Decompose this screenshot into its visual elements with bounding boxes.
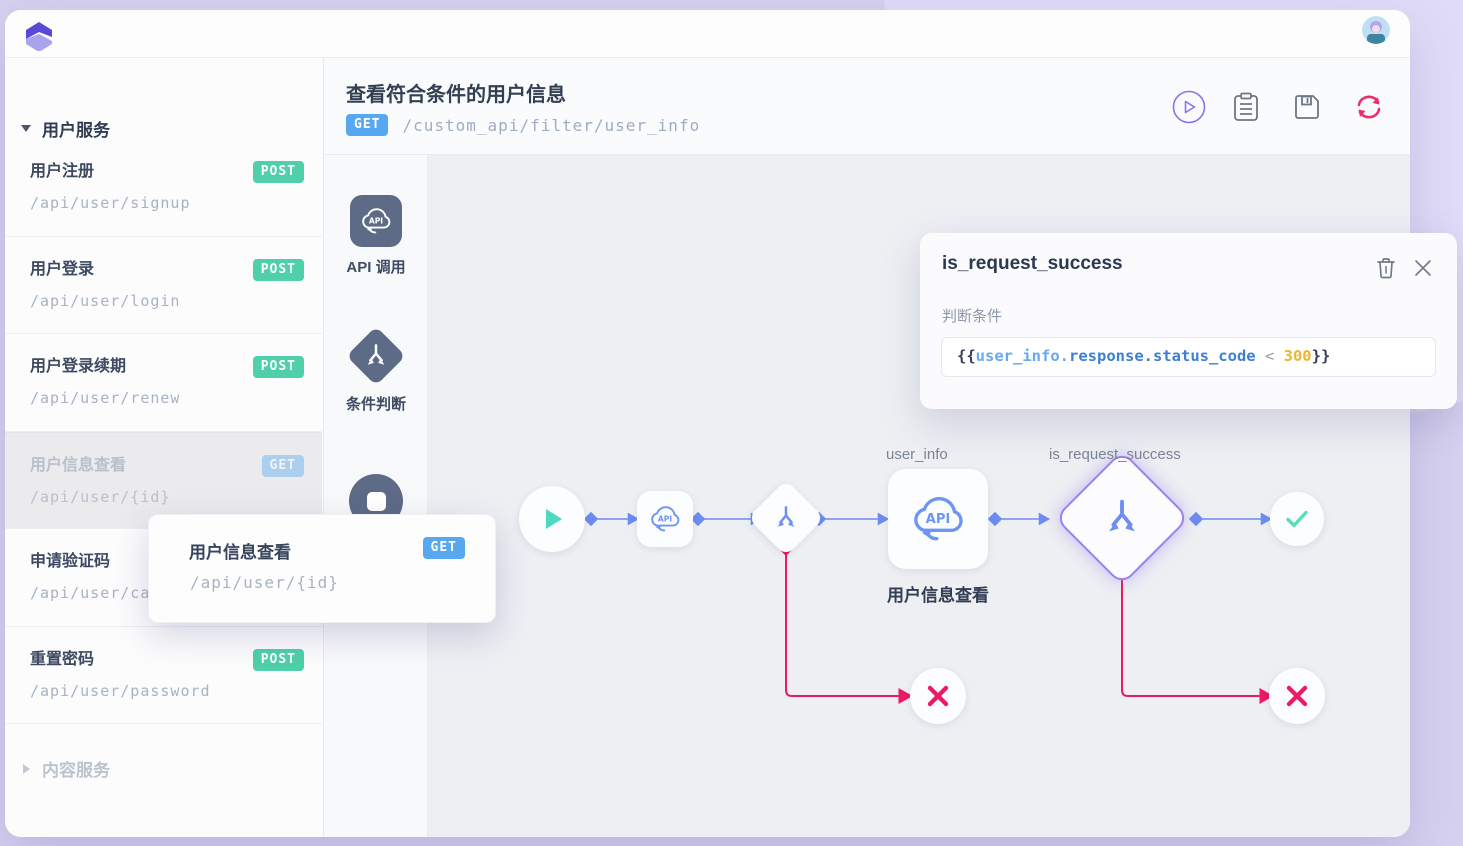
sidebar-group-content-service[interactable]: 内容服务 xyxy=(23,724,110,781)
fail-end-node-2[interactable] xyxy=(1269,668,1325,724)
api-path: /api/user/renew xyxy=(30,389,304,407)
cloud-api-icon: API xyxy=(647,501,683,537)
app-logo-icon[interactable] xyxy=(22,17,56,51)
sync-button[interactable] xyxy=(1351,89,1387,125)
branch-icon xyxy=(771,503,801,533)
group-label: 内容服务 xyxy=(42,756,110,781)
sidebar-group-user-service[interactable]: 用户服务 xyxy=(21,116,110,141)
node-toolbox: API API 调用 条件判断 xyxy=(324,155,428,837)
cross-icon xyxy=(925,683,951,709)
api-path: /api/user/signup xyxy=(30,194,304,212)
user-avatar[interactable] xyxy=(1362,16,1390,44)
endpoint-title: 查看符合条件的用户信息 xyxy=(346,78,566,107)
toolbox-item-api-call[interactable]: API API 调用 xyxy=(324,195,428,277)
toolbox-item-branch[interactable]: 条件判断 xyxy=(324,327,428,414)
api-call-node-user-info[interactable]: API xyxy=(888,469,988,569)
expr-operator: < xyxy=(1256,347,1284,365)
toolbox-label: 条件判断 xyxy=(324,393,428,414)
sidebar-item-login[interactable]: 用户登录 /api/user/login POST xyxy=(5,237,322,335)
svg-text:API: API xyxy=(926,512,951,527)
run-button[interactable] xyxy=(1171,89,1207,125)
clipboard-button[interactable] xyxy=(1228,89,1264,125)
close-panel-button[interactable] xyxy=(1409,254,1437,282)
play-circle-icon xyxy=(1172,90,1206,124)
svg-text:API: API xyxy=(369,216,383,225)
drag-ghost-card[interactable]: 用户信息查看 GET /api/user/{id} xyxy=(148,514,496,623)
cloud-api-icon: API xyxy=(907,488,969,550)
edge-branch1-fail[interactable] xyxy=(786,547,900,696)
branch-icon xyxy=(1099,495,1145,541)
branch-diamond-icon xyxy=(346,326,405,385)
api-path: /api/user/login xyxy=(30,292,304,310)
clipboard-icon xyxy=(1233,92,1259,122)
node-caption: 用户信息查看 xyxy=(858,581,1018,606)
api-name: 用户信息查看 xyxy=(189,538,291,563)
method-badge: GET xyxy=(262,455,304,477)
api-sidebar: 用户服务 用户注册 /api/user/signup POST 用户登录 /ap… xyxy=(5,58,324,837)
avatar-image xyxy=(1362,16,1390,44)
cross-icon xyxy=(1284,683,1310,709)
condition-field-label: 判断条件 xyxy=(942,305,1002,326)
api-path: /api/user/{id} xyxy=(190,573,339,592)
sidebar-item-renew[interactable]: 用户登录续期 /api/user/renew POST xyxy=(5,334,322,432)
expr-open: {{ xyxy=(957,347,976,365)
api-call-node-1[interactable]: API xyxy=(637,491,693,547)
group-label: 用户服务 xyxy=(42,116,110,141)
expr-variable: user_info. xyxy=(976,347,1069,365)
app-window: 用户服务 用户注册 /api/user/signup POST 用户登录 /ap… xyxy=(5,10,1410,837)
api-path: /api/user/{id} xyxy=(30,488,304,506)
svg-text:API: API xyxy=(658,514,672,523)
toolbox-label: API 调用 xyxy=(324,256,428,277)
method-badge: POST xyxy=(253,161,304,183)
condition-panel: is_request_success 判断条件 {{user_info.resp… xyxy=(920,233,1457,409)
sidebar-item-signup[interactable]: 用户注册 /api/user/signup POST xyxy=(5,139,322,237)
save-button[interactable] xyxy=(1289,89,1325,125)
close-icon xyxy=(1414,259,1432,277)
condition-panel-title: is_request_success xyxy=(942,253,1123,275)
start-node[interactable] xyxy=(519,486,585,552)
success-end-node[interactable] xyxy=(1270,492,1324,546)
endpoint-meta: GET /custom_api/filter/user_info xyxy=(346,114,700,136)
sync-refresh-icon xyxy=(1354,94,1384,120)
sidebar-item-password[interactable]: 重置密码 /api/user/password POST xyxy=(5,627,322,725)
expr-value: 300 xyxy=(1284,347,1312,365)
sidebar-item-list: 用户注册 /api/user/signup POST 用户登录 /api/use… xyxy=(5,139,322,724)
expr-close: }} xyxy=(1312,347,1331,365)
save-floppy-icon xyxy=(1293,93,1321,121)
method-badge: POST xyxy=(253,356,304,378)
chevron-right-icon xyxy=(23,764,30,774)
method-badge: POST xyxy=(253,649,304,671)
node-label-is-request-success: is_request_success xyxy=(1049,446,1181,463)
method-badge: GET xyxy=(346,114,388,136)
chevron-down-icon xyxy=(21,125,31,132)
node-label-user-info: user_info xyxy=(886,446,948,463)
trash-icon xyxy=(1376,257,1396,279)
method-badge: POST xyxy=(253,259,304,281)
topbar xyxy=(5,10,1410,58)
check-icon xyxy=(1284,506,1310,532)
edge-branch2-fail[interactable] xyxy=(1122,569,1261,696)
method-badge: GET xyxy=(423,537,465,559)
fail-end-node-1[interactable] xyxy=(910,668,966,724)
delete-node-button[interactable] xyxy=(1372,254,1400,282)
condition-expression-input[interactable]: {{user_info.response.status_code < 300}} xyxy=(941,337,1436,377)
endpoint-path: /custom_api/filter/user_info xyxy=(402,116,700,135)
api-path: /api/user/password xyxy=(30,682,304,700)
expr-property: response.status_code xyxy=(1069,347,1256,365)
play-icon xyxy=(538,505,566,533)
cloud-api-icon: API xyxy=(350,195,402,247)
endpoint-header: 查看符合条件的用户信息 GET /custom_api/filter/user_… xyxy=(324,58,1410,155)
